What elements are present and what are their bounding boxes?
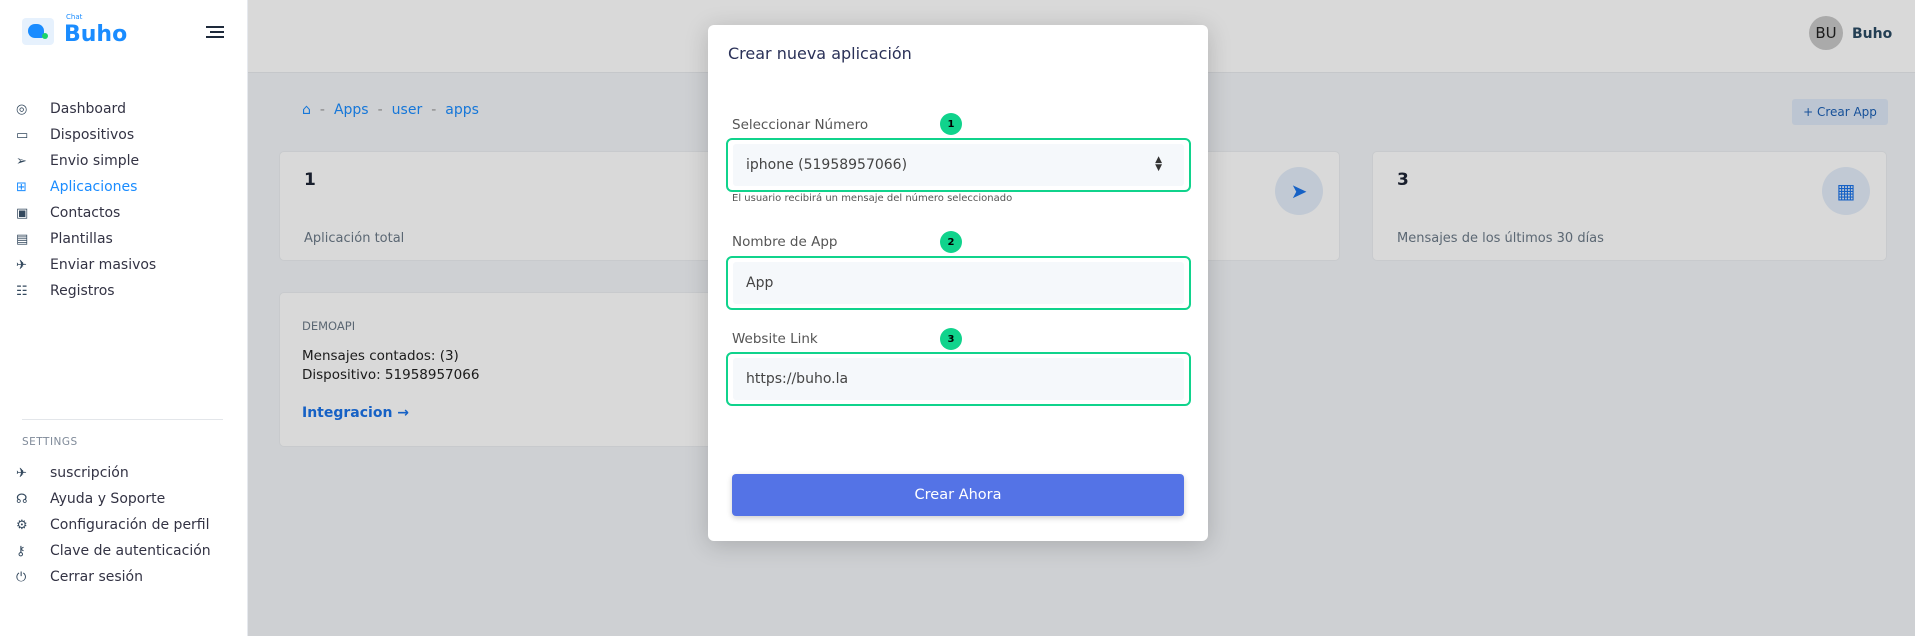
app-name-label: Nombre de App <box>732 234 838 250</box>
modal-title: Crear nueva aplicación <box>728 44 912 63</box>
select-number-field[interactable]: iphone (51958957066) ▲ ▼ <box>726 138 1191 192</box>
select-number-label: Seleccionar Número <box>732 117 869 133</box>
sidebar-item-label: Contactos <box>50 205 121 221</box>
settings-heading: SETTINGS <box>22 436 78 448</box>
rocket-icon: ✈ <box>16 465 27 481</box>
sidebar-item-configuracion[interactable]: ⚙ Configuración de perfil <box>16 512 236 538</box>
website-link-input[interactable]: https://buho.la <box>726 352 1191 406</box>
gear-icon: ⚙ <box>16 517 28 533</box>
step-badge: 3 <box>940 328 962 350</box>
sidebar-item-ayuda[interactable]: ☊ Ayuda y Soporte <box>16 486 236 512</box>
sidebar-item-label: Enviar masivos <box>50 257 157 273</box>
website-link-value: https://buho.la <box>746 371 849 387</box>
logo-icon <box>22 18 54 45</box>
sidebar-item-contactos[interactable]: ▣ Contactos <box>16 200 236 226</box>
sidebar-item-registros[interactable]: ☷ Registros <box>16 278 236 304</box>
headset-icon: ☊ <box>16 491 28 507</box>
key-icon: ⚷ <box>16 543 26 559</box>
create-now-button[interactable]: Crear Ahora <box>732 474 1184 516</box>
sidebar-item-clave[interactable]: ⚷ Clave de autenticación <box>16 538 236 564</box>
settings-nav: ✈ suscripción ☊ Ayuda y Soporte ⚙ Configura… <box>16 460 236 590</box>
power-icon: ⏻ <box>16 569 27 585</box>
menu-toggle-icon[interactable] <box>206 26 224 41</box>
sidebar-item-label: Aplicaciones <box>50 179 138 195</box>
select-number-value: iphone (51958957066) <box>746 157 908 173</box>
sidebar-item-dashboard[interactable]: ◎ Dashboard <box>16 96 236 122</box>
sidebar: Chat Buho ◎ Dashboard ▭ Dispositivos ➢ Envio… <box>0 0 248 636</box>
sidebar-item-dispositivos[interactable]: ▭ Dispositivos <box>16 122 236 148</box>
sidebar-item-label: Ayuda y Soporte <box>50 491 166 507</box>
records-icon: ☷ <box>16 283 28 299</box>
devices-icon: ▭ <box>16 127 29 143</box>
gauge-icon: ◎ <box>16 101 28 117</box>
rocket-icon: ✈ <box>16 257 27 273</box>
select-arrows-icon: ▲ ▼ <box>1155 155 1162 173</box>
apps-add-icon: ⊞ <box>16 179 27 195</box>
website-link-label: Website Link <box>732 331 818 347</box>
app-name-input[interactable]: App <box>726 256 1191 310</box>
logo[interactable]: Chat Buho <box>22 13 128 47</box>
sidebar-item-label: Dashboard <box>50 101 126 117</box>
sidebar-item-label: Registros <box>50 283 115 299</box>
sidebar-item-enviar-masivos[interactable]: ✈ Enviar masivos <box>16 252 236 278</box>
sidebar-item-label: Dispositivos <box>50 127 135 143</box>
app-name-value: App <box>746 275 774 291</box>
sidebar-item-aplicaciones[interactable]: ⊞ Aplicaciones <box>16 174 236 200</box>
sidebar-item-label: Configuración de perfil <box>50 517 210 533</box>
step-badge: 1 <box>940 113 962 135</box>
logo-small-text: Chat <box>66 13 83 21</box>
sidebar-item-label: suscripción <box>50 465 129 481</box>
select-number-help: El usuario recibirá un mensaje del númer… <box>732 193 1013 204</box>
send-icon: ➢ <box>16 153 27 169</box>
contact-card-icon: ▣ <box>16 205 29 221</box>
sidebar-item-label: Cerrar sesión <box>50 569 143 585</box>
sidebar-item-cerrar-sesion[interactable]: ⏻ Cerrar sesión <box>16 564 236 590</box>
sidebar-nav: ◎ Dashboard ▭ Dispositivos ➢ Envio simple ⊞… <box>16 96 236 304</box>
sidebar-item-suscripcion[interactable]: ✈ suscripción <box>16 460 236 486</box>
logo-name: Buho <box>64 22 128 47</box>
template-icon: ▤ <box>16 231 29 247</box>
sidebar-item-label: Clave de autenticación <box>50 543 211 559</box>
sidebar-item-envio-simple[interactable]: ➢ Envio simple <box>16 148 236 174</box>
sidebar-item-plantillas[interactable]: ▤ Plantillas <box>16 226 236 252</box>
sidebar-divider <box>22 419 223 420</box>
step-badge: 2 <box>940 231 962 253</box>
sidebar-item-label: Envio simple <box>50 153 140 169</box>
create-app-modal: Crear nueva aplicación Seleccionar Númer… <box>708 25 1208 541</box>
sidebar-item-label: Plantillas <box>50 231 113 247</box>
